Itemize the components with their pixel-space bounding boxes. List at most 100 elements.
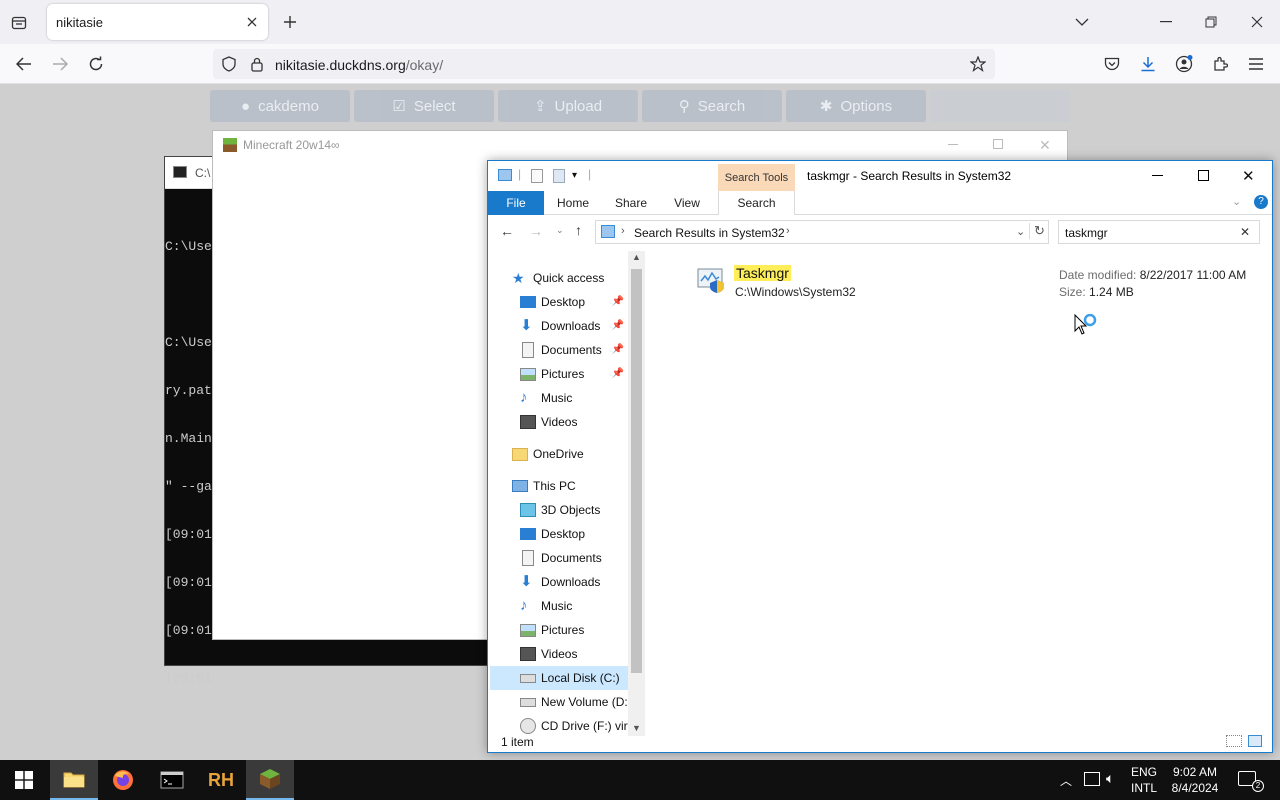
show-hidden-icons[interactable]: ︿	[1060, 772, 1072, 789]
url-bar[interactable]: nikitasie.duckdns.org/okay/	[213, 49, 995, 79]
scrollbar-thumb[interactable]	[631, 269, 642, 673]
back-icon[interactable]	[14, 54, 34, 74]
page-button-options[interactable]: ✱ Options	[786, 90, 926, 122]
restore-icon[interactable]	[1201, 12, 1221, 32]
bookmark-star-icon[interactable]	[969, 55, 987, 73]
nav-pc-music[interactable]: ♪ Music	[520, 594, 645, 618]
help-icon[interactable]: ?	[1254, 195, 1268, 209]
page-button-search[interactable]: ⚲ Search	[642, 90, 782, 122]
url-text: nikitasie.duckdns.org/okay/	[275, 57, 443, 73]
menu-icon[interactable]	[1246, 54, 1266, 74]
new-tab-icon[interactable]	[280, 12, 300, 32]
volume-icon[interactable]: 🔈︎	[1106, 770, 1114, 787]
language-indicator[interactable]: ENG INTL	[1126, 764, 1162, 796]
taskbar-firefox[interactable]	[99, 760, 147, 800]
file-explorer-window[interactable]: | ▾ | Search Tools taskmgr - Search Resu…	[487, 160, 1273, 753]
nav-scrollbar[interactable]: ▲ ▼	[628, 251, 645, 736]
explorer-titlebar[interactable]: | ▾ | Search Tools taskmgr - Search Resu…	[488, 161, 1272, 191]
page-button-blank[interactable]	[930, 90, 1070, 122]
nav-pc-downloads[interactable]: ⬇ Downloads	[520, 570, 645, 594]
nav-pc-local-disk[interactable]: Local Disk (C:)	[490, 666, 630, 690]
document-icon	[522, 342, 534, 358]
nav-pc-documents[interactable]: Documents	[520, 546, 645, 570]
page-button-select[interactable]: ☑ Select	[354, 90, 494, 122]
account-icon[interactable]	[1174, 54, 1194, 74]
recent-locations-icon[interactable]: ⌄	[556, 225, 564, 236]
tab-share[interactable]: Share	[610, 191, 652, 215]
nav-pc-pictures[interactable]: Pictures	[520, 618, 645, 642]
downloads-icon[interactable]	[1138, 54, 1158, 74]
new-folder-icon[interactable]	[553, 169, 565, 183]
address-dropdown-icon[interactable]: ⌄	[1016, 225, 1025, 238]
minimize-icon[interactable]	[948, 144, 958, 145]
tab-list-icon[interactable]	[8, 12, 30, 34]
close-tab-icon[interactable]	[242, 12, 262, 32]
taskbar-minecraft[interactable]	[246, 760, 294, 800]
nav-qa-videos[interactable]: Videos	[520, 410, 645, 434]
qat-dropdown-icon[interactable]: ▾	[572, 170, 577, 181]
tab-view[interactable]: View	[666, 191, 708, 215]
nav-qa-pictures[interactable]: Pictures 📌	[520, 362, 628, 386]
date-modified-value: 8/22/2017 11:00 AM	[1139, 268, 1247, 282]
tab-file[interactable]: File	[488, 191, 544, 215]
expand-ribbon-icon[interactable]: ⌄	[1232, 195, 1241, 208]
large-icons-view-icon[interactable]	[1248, 735, 1262, 747]
search-tools-context-label: Search Tools	[718, 164, 795, 191]
reload-icon[interactable]	[86, 54, 106, 74]
nav-this-pc[interactable]: This PC	[512, 474, 645, 498]
browser-tab[interactable]: nikitasie	[47, 4, 268, 40]
close-icon[interactable]: ✕	[1039, 137, 1051, 154]
taskbar-file-explorer[interactable]	[50, 760, 98, 800]
nav-pc-desktop[interactable]: Desktop	[520, 522, 645, 546]
search-result-item[interactable]: Taskmgr C:\Windows\System32	[697, 263, 877, 301]
tab-home[interactable]: Home	[552, 191, 594, 215]
breadcrumb[interactable]: Search Results in System32	[634, 226, 785, 240]
forward-icon[interactable]: →	[529, 223, 543, 239]
back-icon[interactable]: ←	[500, 223, 514, 239]
network-icon[interactable]	[1084, 772, 1100, 786]
refresh-icon[interactable]: ↻	[1029, 223, 1045, 239]
chevron-down-icon[interactable]	[1072, 12, 1092, 32]
upload-icon: ⇪	[533, 98, 547, 115]
close-window-icon[interactable]	[1247, 12, 1267, 32]
taskbar-command-prompt[interactable]	[148, 760, 196, 800]
page-button-user[interactable]: ● cakdemo	[210, 90, 350, 122]
start-button[interactable]	[0, 760, 48, 800]
up-arrow-icon[interactable]: ↑	[575, 222, 582, 238]
nav-qa-downloads[interactable]: ⬇ Downloads 📌	[520, 314, 628, 338]
minimize-icon[interactable]	[1152, 175, 1163, 176]
nav-pc-3d-objects[interactable]: 3D Objects	[520, 498, 645, 522]
scroll-up-icon[interactable]: ▲	[632, 252, 641, 262]
result-name[interactable]: Taskmgr	[734, 265, 791, 281]
clear-search-icon[interactable]: ✕	[1240, 225, 1250, 239]
minecraft-titlebar[interactable]: Minecraft 20w14∞ ✕	[213, 131, 1067, 159]
maximize-icon[interactable]	[993, 139, 1003, 149]
nav-qa-music[interactable]: ♪ Music	[520, 386, 645, 410]
maximize-icon[interactable]	[1198, 170, 1209, 181]
shield-icon[interactable]	[221, 56, 237, 72]
taskbar-resource-hacker[interactable]: RH	[197, 760, 245, 800]
nav-qa-documents[interactable]: Documents 📌	[520, 338, 628, 362]
nav-pc-videos[interactable]: Videos	[520, 642, 645, 666]
details-view-icon[interactable]	[1226, 735, 1242, 747]
minimize-icon[interactable]	[1156, 12, 1176, 32]
page-button-label: Upload	[554, 97, 603, 115]
pocket-icon[interactable]	[1102, 54, 1122, 74]
nav-quick-access[interactable]: ★ Quick access	[512, 266, 645, 290]
extensions-icon[interactable]	[1210, 54, 1230, 74]
address-bar[interactable]: › Search Results in System32 › ⌄ ↻	[595, 220, 1049, 244]
nav-onedrive[interactable]: OneDrive	[512, 442, 645, 466]
clock[interactable]: 9:02 AM 8/4/2024	[1164, 764, 1226, 796]
search-box[interactable]: taskmgr ✕	[1058, 220, 1260, 244]
download-arrow-icon: ⬇	[520, 317, 533, 334]
tab-search[interactable]: Search	[718, 191, 795, 215]
nav-pc-new-volume[interactable]: New Volume (D:	[520, 690, 645, 714]
page-button-upload[interactable]: ⇪ Upload	[498, 90, 638, 122]
nav-qa-desktop[interactable]: Desktop 📌	[520, 290, 628, 314]
properties-icon[interactable]	[531, 169, 543, 183]
lock-icon[interactable]	[249, 56, 265, 72]
keyboard-layout: INTL	[1130, 781, 1157, 795]
close-icon[interactable]: ✕	[1242, 167, 1255, 185]
search-input[interactable]: taskmgr	[1065, 226, 1108, 240]
forward-icon[interactable]	[50, 54, 70, 74]
